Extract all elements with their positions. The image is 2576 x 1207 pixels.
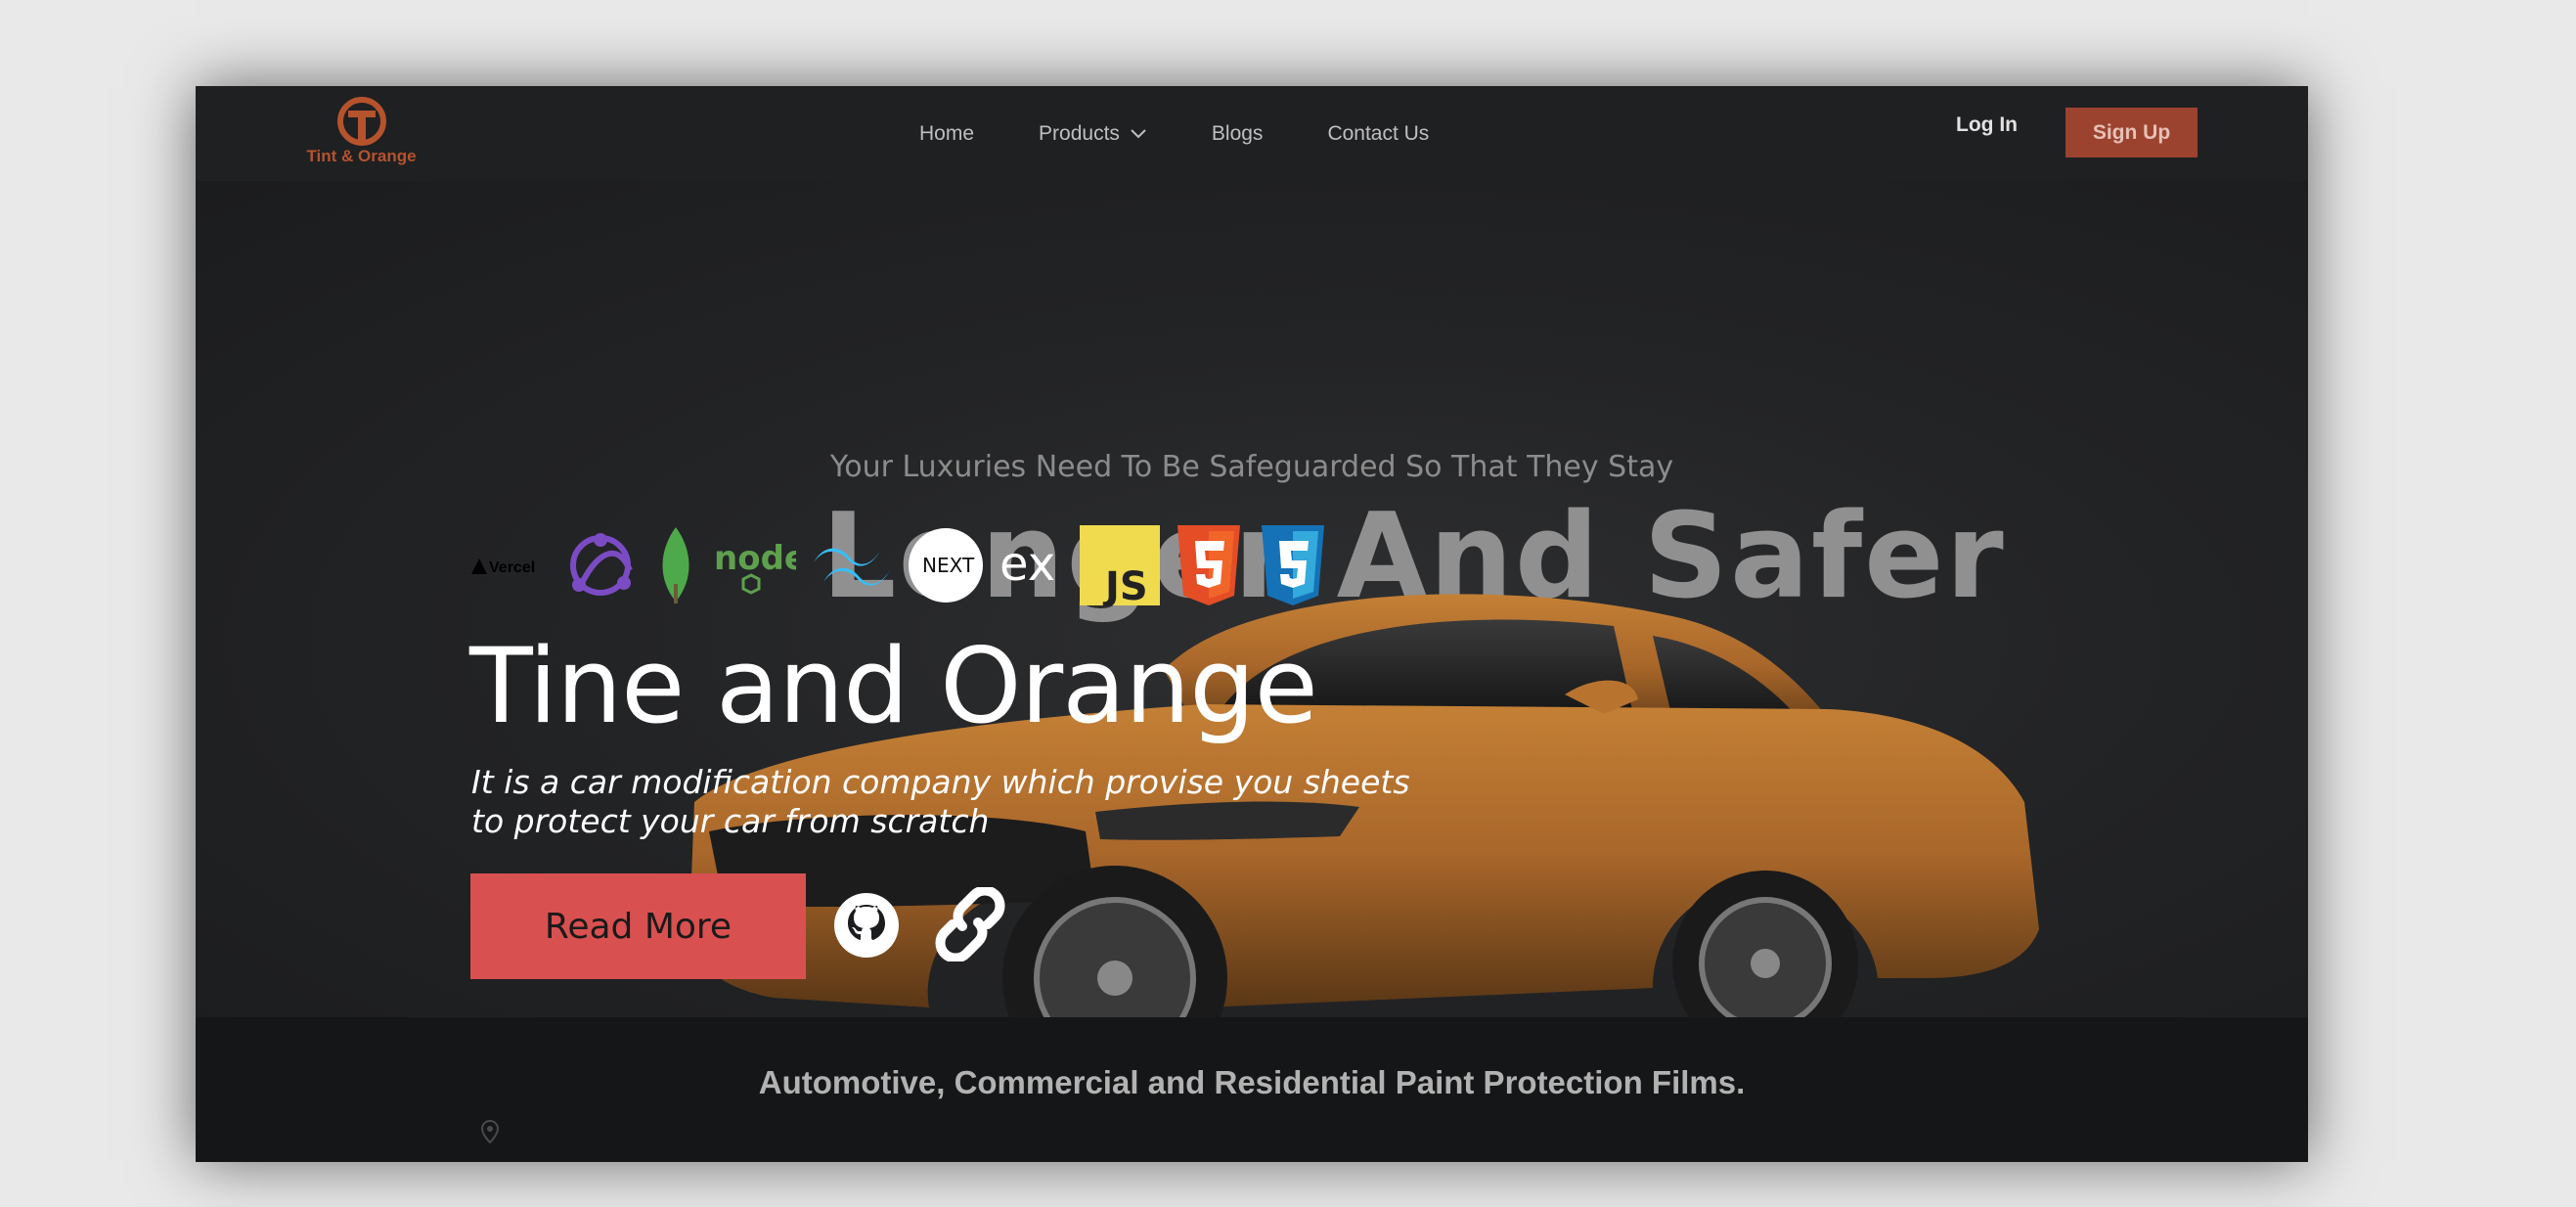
nav-products[interactable]: Products: [1039, 122, 1147, 146]
nextjs-icon: NEXT: [908, 527, 984, 604]
brand-logo[interactable]: Tint & Orange: [305, 96, 418, 174]
hero-section: Your Luxuries Need To Be Safeguarded So …: [196, 181, 2308, 1162]
nav-home[interactable]: Home: [919, 122, 974, 146]
login-button[interactable]: Log In: [1956, 113, 2018, 137]
services-text: Automotive, Commercial and Residential P…: [758, 1064, 1746, 1100]
logo-icon: [336, 97, 386, 146]
css3-icon: [1258, 523, 1328, 607]
main-nav: Home Products Blogs Contact Us: [919, 86, 1493, 181]
link-icon[interactable]: [927, 887, 1013, 961]
top-navbar: Tint & Orange Home Products Blogs Contac…: [196, 86, 2308, 182]
nav-contact[interactable]: Contact Us: [1327, 122, 1429, 146]
svg-text:JS: JS: [1102, 564, 1148, 605]
nav-blogs[interactable]: Blogs: [1212, 122, 1264, 146]
project-description: It is a car modification company which p…: [471, 763, 1410, 840]
svg-text:NEXT: NEXT: [922, 554, 975, 577]
html5-icon: [1174, 523, 1244, 607]
github-icon[interactable]: [832, 891, 901, 960]
signup-button[interactable]: Sign Up: [2065, 108, 2198, 157]
javascript-icon: JS: [1080, 524, 1160, 605]
nav-products-label: Products: [1039, 121, 1120, 145]
mongodb-icon: [653, 525, 698, 605]
svg-text:Vercel: Vercel: [489, 559, 535, 576]
express-icon: ex: [998, 536, 1066, 595]
nodejs-icon: node: [712, 536, 796, 595]
chevron-down-icon: [1131, 128, 1146, 138]
location-pin-icon: [481, 1120, 499, 1143]
read-more-button[interactable]: Read More: [470, 873, 806, 979]
redux-icon: [561, 526, 640, 604]
brand-name: Tint & Orange: [306, 147, 417, 165]
svg-text:ex: ex: [999, 537, 1055, 592]
vercel-icon: Vercel: [469, 551, 548, 580]
browser-viewport: Tint & Orange Home Products Blogs Contac…: [196, 86, 2308, 1162]
hero-tagline: Your Luxuries Need To Be Safeguarded So …: [829, 450, 1674, 484]
svg-text:node: node: [714, 539, 796, 578]
tailwind-icon: [810, 541, 894, 590]
project-title: Tine and Orange: [469, 626, 1318, 746]
tech-stack-icons: Vercel node NEXT ex JS: [469, 523, 1342, 606]
services-band: Automotive, Commercial and Residential P…: [196, 1017, 2308, 1162]
